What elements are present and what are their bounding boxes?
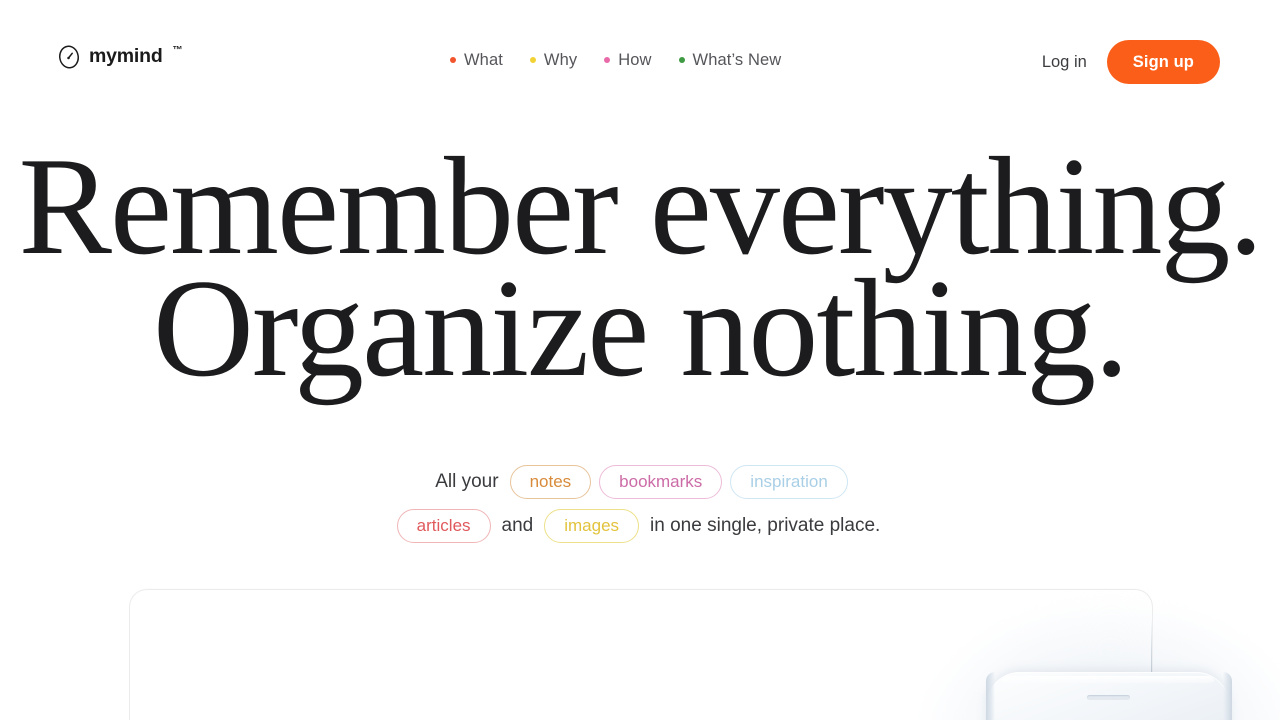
nav-dot-icon-how	[604, 57, 611, 63]
login-link[interactable]: Log in	[1036, 42, 1093, 82]
hero-subheading: All your notes bookmarks inspiration art…	[0, 460, 1280, 548]
white-smartphone-mockup	[916, 598, 1280, 720]
page-root: mymind ™ What Why How What’s New Log in	[0, 0, 1280, 720]
nav-dot-icon-what	[450, 57, 456, 63]
headline-line-1: Remember everything.	[18, 129, 1264, 284]
nav-item-how[interactable]: How	[604, 48, 651, 72]
subheading-conjunction: and	[501, 515, 534, 536]
brand-logo-link[interactable]: mymind ™	[58, 45, 183, 69]
mymind-oval-dial-icon	[58, 45, 80, 69]
trademark-symbol: ™	[172, 45, 183, 56]
auth-actions: Log in Sign up	[1036, 40, 1220, 84]
nav-label-what: What	[464, 51, 503, 69]
nav-item-why[interactable]: Why	[529, 48, 578, 72]
page-title: Remember everything. Organize nothing.	[0, 129, 1280, 406]
nav-item-whats-new[interactable]: What’s New	[678, 48, 782, 72]
nav-label-how: How	[618, 51, 652, 69]
main-navigation: What Why How What’s New	[450, 48, 781, 72]
phone-edge-left	[986, 672, 995, 720]
signup-button[interactable]: Sign up	[1106, 40, 1220, 84]
nav-label-why: Why	[543, 51, 578, 69]
headline-line-2: Organize nothing.	[152, 251, 1129, 406]
nav-item-what[interactable]: What	[450, 48, 503, 72]
tag-pill-inspiration[interactable]: inspiration	[730, 465, 848, 499]
phone-edge-right	[1223, 672, 1232, 720]
subheading-row-2: articles and images in one single, priva…	[0, 504, 1280, 548]
subheading-prefix: All your	[435, 471, 499, 492]
tag-pill-images[interactable]: images	[544, 509, 640, 543]
tag-pill-bookmarks[interactable]: bookmarks	[599, 465, 723, 499]
site-header: mymind ™ What Why How What’s New Log in	[0, 0, 1280, 120]
tag-pill-notes[interactable]: notes	[509, 465, 592, 499]
nav-dot-icon-whats-new	[678, 57, 685, 63]
brand-name: mymind	[89, 45, 163, 68]
phone-body	[986, 672, 1230, 720]
nav-label-whats-new: What’s New	[692, 51, 782, 69]
nav-dot-icon-why	[529, 57, 536, 63]
phone-top-highlight	[1002, 676, 1214, 683]
subheading-row-1: All your notes bookmarks inspiration	[0, 460, 1280, 504]
phone-earpiece-speaker-icon	[1087, 695, 1130, 700]
tag-pill-articles[interactable]: articles	[396, 509, 491, 543]
phone-hairline	[1151, 620, 1152, 672]
subheading-suffix: in one single, private place.	[650, 515, 881, 536]
